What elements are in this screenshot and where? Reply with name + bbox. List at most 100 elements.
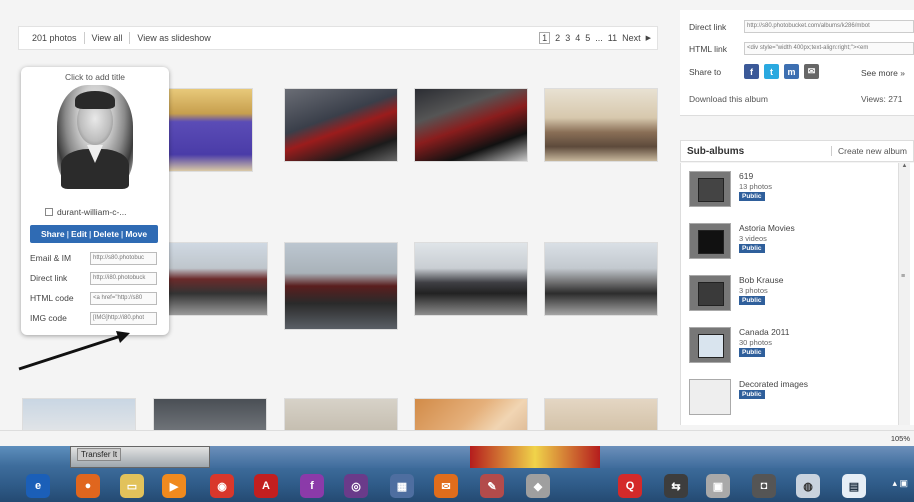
photos-count: 201 photos — [25, 32, 85, 44]
sub-albums-scrollbar[interactable]: ▲ ≡ — [898, 163, 910, 425]
acrobat-icon[interactable]: A — [254, 474, 278, 498]
myspace-icon[interactable]: m — [784, 64, 799, 79]
album-count: 13 photos — [739, 182, 772, 191]
album-count: 3 photos — [739, 286, 768, 295]
scroll-grip-icon[interactable]: ≡ — [901, 273, 905, 280]
photo-thumbnail[interactable] — [153, 398, 267, 430]
taskbar-tab-image[interactable] — [470, 446, 600, 468]
chrome-icon[interactable]: ◉ — [210, 474, 234, 498]
page-3[interactable]: 3 — [565, 33, 570, 43]
page-1[interactable]: 1 — [539, 32, 551, 44]
direct-link-field[interactable]: http://i80.photobuck — [90, 271, 157, 285]
album-name[interactable]: Bob Krause — [739, 275, 783, 285]
zoom-level[interactable]: 105% — [891, 434, 910, 443]
dvd-icon[interactable]: ◍ — [796, 474, 820, 498]
photo-thumbnail[interactable] — [544, 88, 658, 162]
sub-album-item[interactable]: Canada 2011 30 photos Public — [689, 327, 889, 373]
page-11[interactable]: 11 — [608, 33, 617, 43]
direct-link-row: Direct link http://i80.photobuck — [30, 271, 160, 285]
delete-button[interactable]: Delete — [93, 229, 119, 239]
photo-thumbnail[interactable] — [414, 242, 528, 316]
create-album-link[interactable]: Create new album — [831, 146, 907, 156]
facebook-icon[interactable]: f — [744, 64, 759, 79]
sub-albums-title: Sub-albums — [687, 145, 745, 157]
share-html-link-field[interactable]: <div style="width 400px;text-align:right… — [744, 42, 914, 55]
html-code-row: HTML code <a href="http://s80 — [30, 291, 160, 305]
photo-thumbnail[interactable] — [284, 88, 398, 162]
portrait-photo[interactable] — [57, 85, 133, 189]
folder-icon[interactable]: ▭ — [120, 474, 144, 498]
photo-thumbnail[interactable] — [22, 398, 136, 430]
q-icon[interactable]: Q — [618, 474, 642, 498]
pagination: 1 2 3 4 5 ... 11 Next ▶ — [539, 32, 651, 44]
portrait-hair — [75, 91, 115, 109]
add-title-link[interactable]: Click to add title — [21, 72, 169, 82]
download-album-link[interactable]: Download this album — [689, 94, 768, 104]
next-arrow-icon[interactable]: ▶ — [646, 34, 651, 42]
move-button[interactable]: Move — [125, 229, 147, 239]
sub-album-item[interactable]: 619 13 photos Public — [689, 171, 889, 217]
share-button[interactable]: Share — [41, 229, 65, 239]
filename-row: durant-william-c-... — [45, 207, 126, 217]
taskbar-window-tab[interactable]: Transfer It — [70, 446, 210, 468]
sub-albums-header: Sub-albums Create new album — [680, 140, 914, 162]
view-slideshow-link[interactable]: View as slideshow — [130, 32, 217, 44]
twitter-icon[interactable]: t — [764, 64, 779, 79]
camera-icon[interactable]: ◘ — [752, 474, 776, 498]
html-code-field[interactable]: <a href="http://s80 — [90, 291, 157, 305]
lock-icon[interactable]: ◎ — [344, 474, 368, 498]
feedback-icon[interactable]: f — [300, 474, 324, 498]
sub-albums-list: 619 13 photos Public Astoria Movies 3 vi… — [680, 163, 914, 425]
window-label: Transfer It — [77, 448, 122, 461]
select-checkbox[interactable] — [45, 208, 53, 216]
album-name[interactable]: Astoria Movies — [739, 223, 795, 233]
view-all-link[interactable]: View all — [85, 32, 131, 44]
taskbar-tab[interactable] — [210, 446, 470, 468]
sub-album-item[interactable]: Astoria Movies 3 videos Public — [689, 223, 889, 269]
page-2[interactable]: 2 — [555, 33, 560, 43]
album-name[interactable]: Canada 2011 — [739, 327, 789, 337]
page-4[interactable]: 4 — [575, 33, 580, 43]
firefox-icon[interactable]: ● — [76, 474, 100, 498]
action-bar: Share | Edit | Delete | Move — [30, 225, 158, 243]
see-more-link[interactable]: See more » — [861, 68, 905, 78]
email-im-row: Email & IM http://s80.photobuc — [30, 251, 160, 265]
image-icon[interactable]: ▣ — [706, 474, 730, 498]
img-code-field[interactable]: [IMG]http://i80.phot — [90, 311, 157, 325]
notepad-icon[interactable]: ▤ — [842, 474, 866, 498]
sub-album-item[interactable]: Decorated images Public — [689, 379, 889, 425]
album-thumbnail — [689, 171, 731, 207]
sub-album-item[interactable]: Bob Krause 3 photos Public — [689, 275, 889, 321]
photo-thumbnail[interactable] — [168, 242, 268, 316]
album-name[interactable]: 619 — [739, 171, 753, 181]
tray-icon[interactable]: ▴ ▣ — [892, 478, 908, 489]
taskbar-tab[interactable] — [600, 446, 914, 468]
arrows-icon[interactable]: ⇆ — [664, 474, 688, 498]
photo-thumbnail[interactable] — [544, 398, 658, 430]
photo-thumbnail[interactable] — [544, 242, 658, 316]
right-panel: Direct link http://s80.photobucket.com/a… — [680, 10, 914, 430]
photo-thumbnail[interactable] — [284, 242, 398, 330]
ie-icon[interactable]: e — [26, 474, 50, 498]
album-thumbnail — [689, 223, 731, 259]
page-5[interactable]: 5 — [585, 33, 590, 43]
public-badge: Public — [739, 348, 765, 357]
share-direct-link-label: Direct link — [689, 21, 727, 32]
email-icon[interactable]: ✉ — [804, 64, 819, 79]
edit-button[interactable]: Edit — [71, 229, 87, 239]
tool-icon[interactable]: ✎ — [480, 474, 504, 498]
album-name[interactable]: Decorated images — [739, 379, 808, 389]
app-icon[interactable]: ▦ — [390, 474, 414, 498]
photo-thumbnail[interactable] — [284, 398, 398, 430]
public-badge: Public — [739, 296, 765, 305]
media-player-icon[interactable]: ▶ — [162, 474, 186, 498]
share-direct-link-field[interactable]: http://s80.photobucket.com/albums/k286/m… — [744, 20, 914, 33]
photo-thumbnail[interactable] — [414, 88, 528, 162]
pencil-tool-icon[interactable]: ◆ — [526, 474, 550, 498]
email-im-field[interactable]: http://s80.photobuc — [90, 251, 157, 265]
scroll-up-icon[interactable]: ▲ — [899, 163, 910, 169]
mail-icon[interactable]: ✉ — [434, 474, 458, 498]
photo-thumbnail[interactable] — [414, 398, 528, 430]
next-page-link[interactable]: Next — [622, 33, 641, 43]
album-count: 3 videos — [739, 234, 767, 243]
